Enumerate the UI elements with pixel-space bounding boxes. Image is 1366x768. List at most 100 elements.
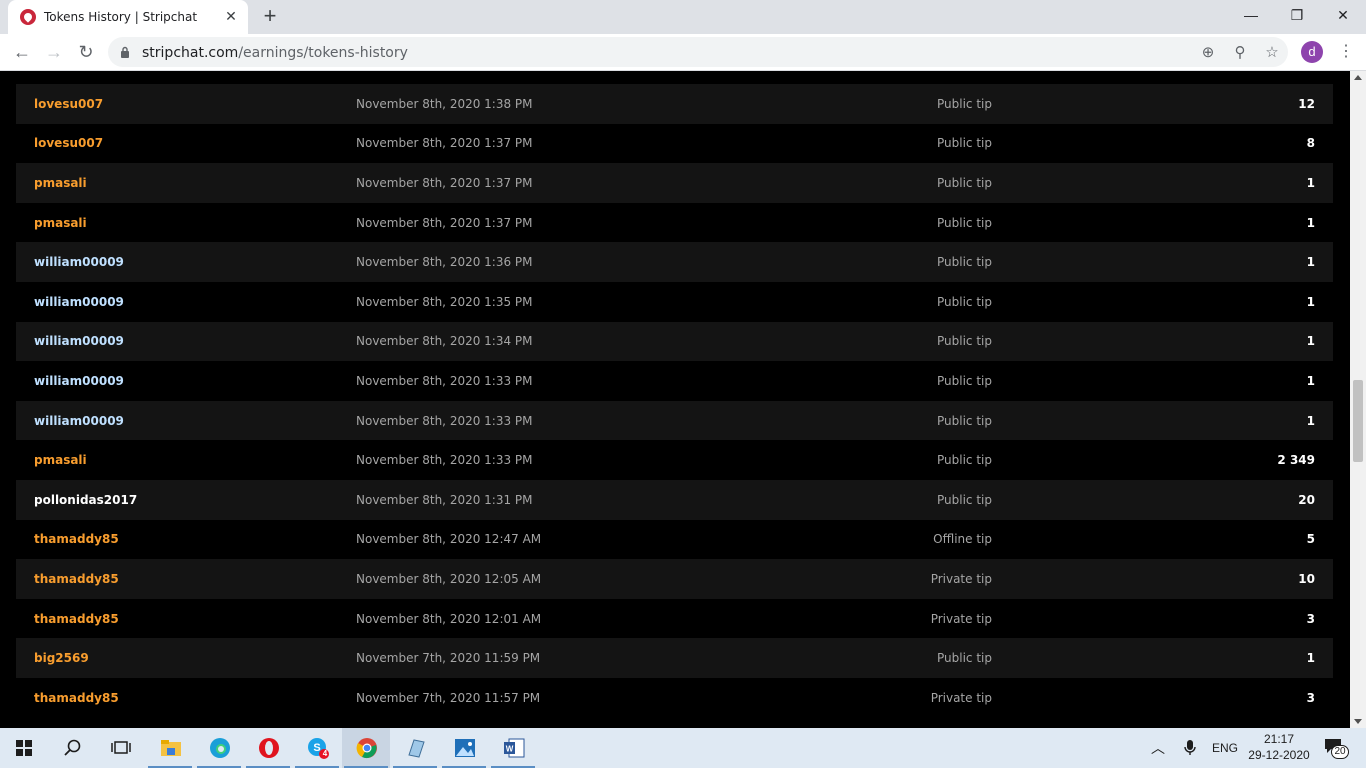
clock-date: 29-12-2020 bbox=[1248, 748, 1310, 762]
tip-type: Offline tip bbox=[933, 532, 992, 547]
scroll-down-icon[interactable] bbox=[1354, 719, 1362, 724]
transaction-date: November 8th, 2020 1:31 PM bbox=[356, 492, 533, 507]
table-row: william00009 November 8th, 2020 1:34 PM Pu… bbox=[16, 321, 1333, 362]
username-link[interactable]: pmasali bbox=[34, 216, 87, 230]
restore-button[interactable]: ❐ bbox=[1274, 0, 1320, 30]
token-amount: 3 bbox=[1306, 690, 1315, 705]
username-link[interactable]: lovesu007 bbox=[34, 97, 103, 111]
chrome-button[interactable] bbox=[342, 728, 390, 768]
profile-avatar[interactable]: d bbox=[1301, 41, 1323, 63]
table-row: william00009 November 8th, 2020 1:35 PM Pu… bbox=[16, 282, 1333, 322]
token-amount: 1 bbox=[1306, 255, 1315, 270]
username-link[interactable]: lovesu007 bbox=[34, 136, 103, 150]
scroll-up-icon[interactable] bbox=[1354, 75, 1362, 80]
tray-expand-icon[interactable]: ︿ bbox=[1151, 728, 1165, 768]
username-link[interactable]: william00009 bbox=[34, 295, 124, 309]
token-amount: 1 bbox=[1306, 373, 1315, 388]
system-clock[interactable]: 21:17 29-12-2020 bbox=[1244, 731, 1314, 763]
stripchat-favicon-icon bbox=[20, 9, 36, 25]
table-row: big2569 November 7th, 2020 11:59 PM Public… bbox=[16, 638, 1333, 678]
chrome-icon bbox=[356, 738, 377, 759]
username-link[interactable]: william00009 bbox=[34, 255, 124, 269]
microphone-icon[interactable] bbox=[1183, 740, 1197, 756]
url-text: stripchat.com/earnings/tokens-history bbox=[142, 45, 408, 61]
token-amount: 1 bbox=[1306, 294, 1315, 309]
transaction-date: November 8th, 2020 12:01 AM bbox=[356, 611, 542, 626]
username-link[interactable]: william00009 bbox=[34, 414, 124, 428]
zoom-icon[interactable]: ⚲ bbox=[1230, 43, 1250, 63]
username-link[interactable]: william00009 bbox=[34, 334, 124, 348]
photos-button[interactable] bbox=[440, 728, 488, 768]
table-row: thamaddy85 November 8th, 2020 12:05 AM Pri… bbox=[16, 559, 1333, 599]
table-row: pollonidas2017 November 8th, 2020 1:31 PM… bbox=[16, 479, 1333, 520]
page-scrollbar[interactable] bbox=[1350, 71, 1366, 728]
address-bar[interactable]: stripchat.com/earnings/tokens-history ⊕ … bbox=[108, 37, 1288, 67]
tip-type: Public tip bbox=[937, 373, 992, 388]
table-row: pmasali November 8th, 2020 1:37 PM Public … bbox=[16, 163, 1333, 203]
back-arrow-icon[interactable]: ← bbox=[10, 40, 34, 64]
tip-type: Public tip bbox=[937, 492, 992, 507]
notepad-button[interactable] bbox=[391, 728, 439, 768]
tip-type: Private tip bbox=[930, 690, 992, 705]
table-row: pmasali November 8th, 2020 1:37 PM Public … bbox=[16, 203, 1333, 243]
word-button[interactable]: W bbox=[489, 728, 537, 768]
reload-icon[interactable]: ↻ bbox=[74, 40, 98, 64]
transaction-date: November 8th, 2020 1:35 PM bbox=[356, 294, 533, 309]
tip-type: Public tip bbox=[937, 215, 992, 230]
scrollbar-thumb[interactable] bbox=[1353, 380, 1363, 462]
username-link[interactable]: pmasali bbox=[34, 453, 87, 467]
notification-center-button[interactable]: 20 bbox=[1324, 738, 1349, 760]
username-link[interactable]: thamaddy85 bbox=[34, 612, 119, 626]
username-link[interactable]: william00009 bbox=[34, 374, 124, 388]
token-amount: 5 bbox=[1306, 532, 1315, 547]
file-explorer-button[interactable] bbox=[146, 728, 194, 768]
notification-count-badge: 20 bbox=[1331, 745, 1349, 759]
token-amount: 1 bbox=[1306, 334, 1315, 349]
token-amount: 12 bbox=[1298, 96, 1315, 111]
transaction-date: November 8th, 2020 12:47 AM bbox=[356, 532, 542, 547]
photos-icon bbox=[455, 739, 475, 757]
transaction-date: November 8th, 2020 1:36 PM bbox=[356, 255, 533, 270]
close-window-button[interactable]: ✕ bbox=[1320, 0, 1366, 30]
transaction-date: November 8th, 2020 12:05 AM bbox=[356, 571, 542, 586]
windows-start-icon bbox=[16, 740, 32, 756]
username-link[interactable]: thamaddy85 bbox=[34, 572, 119, 586]
username-link[interactable]: pollonidas2017 bbox=[34, 493, 137, 507]
token-amount: 3 bbox=[1306, 611, 1315, 626]
browser-tab[interactable]: Tokens History | Stripchat ✕ bbox=[8, 0, 248, 34]
chrome-menu-icon[interactable]: ⋮ bbox=[1338, 42, 1354, 62]
username-link[interactable]: thamaddy85 bbox=[34, 532, 119, 546]
windows-taskbar: S 4 W ︿ ENG 21:17 29-12-2020 20 bbox=[0, 728, 1366, 768]
bookmark-star-icon[interactable]: ☆ bbox=[1262, 43, 1282, 63]
start-button[interactable] bbox=[0, 728, 48, 768]
tip-type: Public tip bbox=[937, 413, 992, 428]
transaction-date: November 8th, 2020 1:33 PM bbox=[356, 373, 533, 388]
add-icon[interactable]: ⊕ bbox=[1198, 43, 1218, 63]
tab-close-icon[interactable]: ✕ bbox=[222, 7, 240, 25]
clock-time: 21:17 bbox=[1263, 732, 1295, 746]
token-amount: 8 bbox=[1306, 136, 1315, 151]
task-view-button[interactable] bbox=[96, 728, 144, 768]
tip-type: Public tip bbox=[937, 294, 992, 309]
tip-type: Public tip bbox=[937, 255, 992, 270]
language-indicator[interactable]: ENG bbox=[1212, 728, 1238, 768]
notepad-icon bbox=[408, 739, 425, 758]
token-amount: 1 bbox=[1306, 413, 1315, 428]
username-link[interactable]: pmasali bbox=[34, 176, 87, 190]
new-tab-button[interactable]: + bbox=[259, 5, 281, 27]
minimize-button[interactable]: — bbox=[1228, 0, 1274, 30]
table-row: pmasali November 8th, 2020 1:33 PM Public … bbox=[16, 440, 1333, 480]
search-button[interactable] bbox=[48, 728, 96, 768]
table-row: lovesu007 November 8th, 2020 1:37 PM Publi… bbox=[16, 124, 1333, 164]
edge-button[interactable] bbox=[195, 728, 243, 768]
word-icon: W bbox=[504, 738, 525, 758]
opera-button[interactable] bbox=[244, 728, 292, 768]
forward-arrow-icon[interactable]: → bbox=[42, 40, 66, 64]
table-row: william00009 November 8th, 2020 1:36 PM Pu… bbox=[16, 242, 1333, 282]
skype-button[interactable]: S 4 bbox=[293, 728, 341, 768]
edge-icon bbox=[210, 738, 230, 758]
skype-badge: 4 bbox=[322, 749, 328, 758]
username-link[interactable]: big2569 bbox=[34, 651, 89, 665]
transaction-date: November 8th, 2020 1:38 PM bbox=[356, 96, 533, 111]
username-link[interactable]: thamaddy85 bbox=[34, 691, 119, 705]
